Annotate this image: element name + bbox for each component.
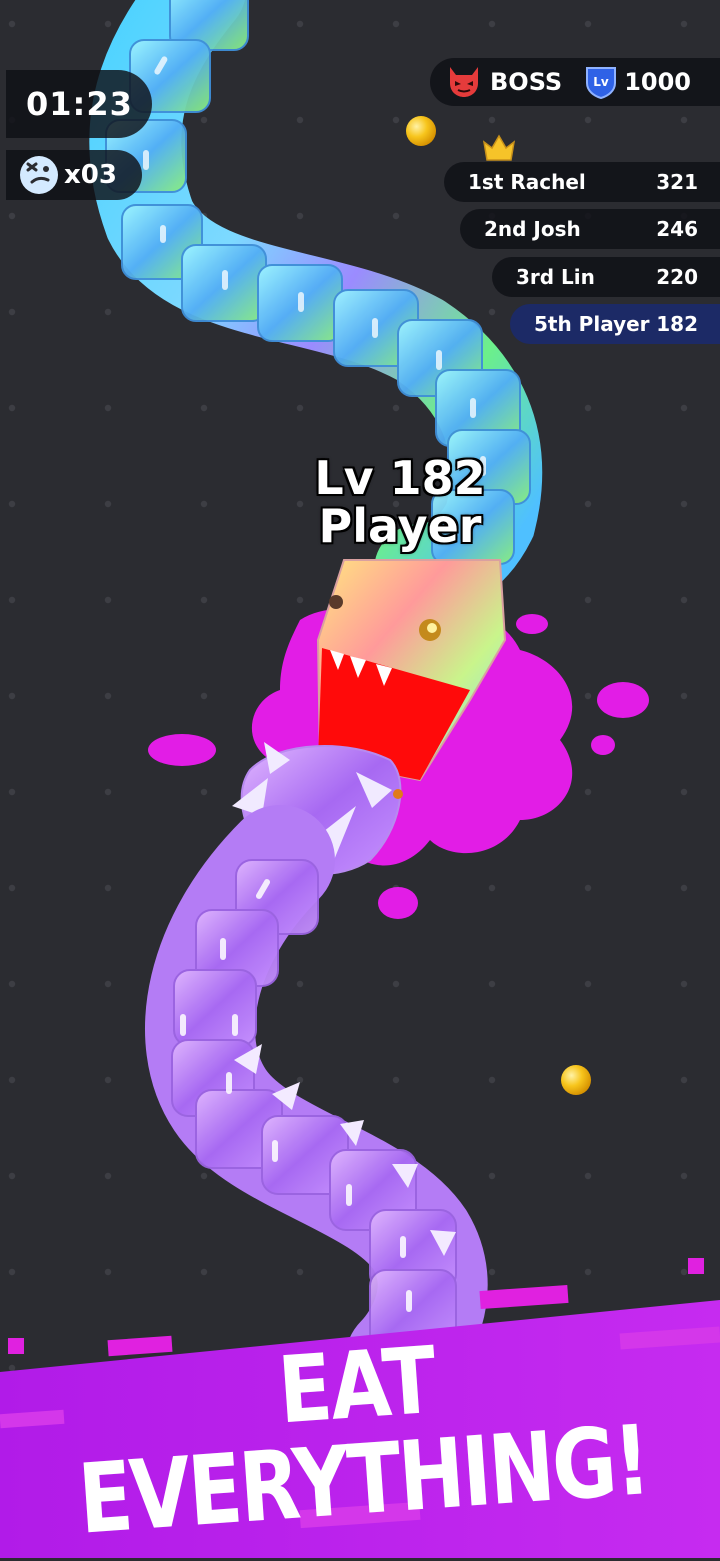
- game-stage[interactable]: 01:23 x03 BOSS Lv 1000 1st Rachel 321 2n…: [0, 0, 720, 1558]
- boss-indicator: BOSS Lv 1000: [430, 58, 720, 106]
- leaderboard-name: 1st Rachel: [468, 170, 586, 194]
- leaderboard-score: 321: [656, 170, 698, 194]
- player-tag: Lv 182 Player: [300, 454, 500, 550]
- leaderboard-score: 182: [656, 312, 698, 336]
- level-shield-icon: Lv: [586, 67, 617, 99]
- leaderboard-row: 2nd Josh 246: [460, 209, 720, 249]
- kill-counter: x03: [6, 150, 142, 200]
- leaderboard-score: 220: [656, 265, 698, 289]
- kill-count: x03: [64, 160, 117, 190]
- devil-icon: [450, 67, 478, 97]
- player-name: Player: [318, 499, 482, 553]
- level-badge-text: Lv: [593, 75, 609, 89]
- skull-icon: [20, 156, 58, 194]
- leaderboard-name: 3rd Lin: [516, 265, 595, 289]
- leaderboard-score: 246: [656, 217, 698, 241]
- leaderboard-name: 5th Player: [534, 312, 650, 336]
- crown-icon: [482, 134, 516, 161]
- leaderboard-row-player: 5th Player 182: [510, 304, 720, 344]
- coin: [561, 1065, 591, 1095]
- boss-level: 1000: [624, 68, 691, 96]
- leaderboard-row: 3rd Lin 220: [492, 257, 720, 297]
- leaderboard-row: 1st Rachel 321: [444, 162, 720, 202]
- coin: [406, 116, 436, 146]
- timer-value: 01:23: [26, 85, 133, 123]
- timer: 01:23: [6, 70, 152, 138]
- leaderboard-name: 2nd Josh: [484, 217, 581, 241]
- player-level: Lv 182: [314, 451, 486, 505]
- boss-label: BOSS: [490, 68, 563, 96]
